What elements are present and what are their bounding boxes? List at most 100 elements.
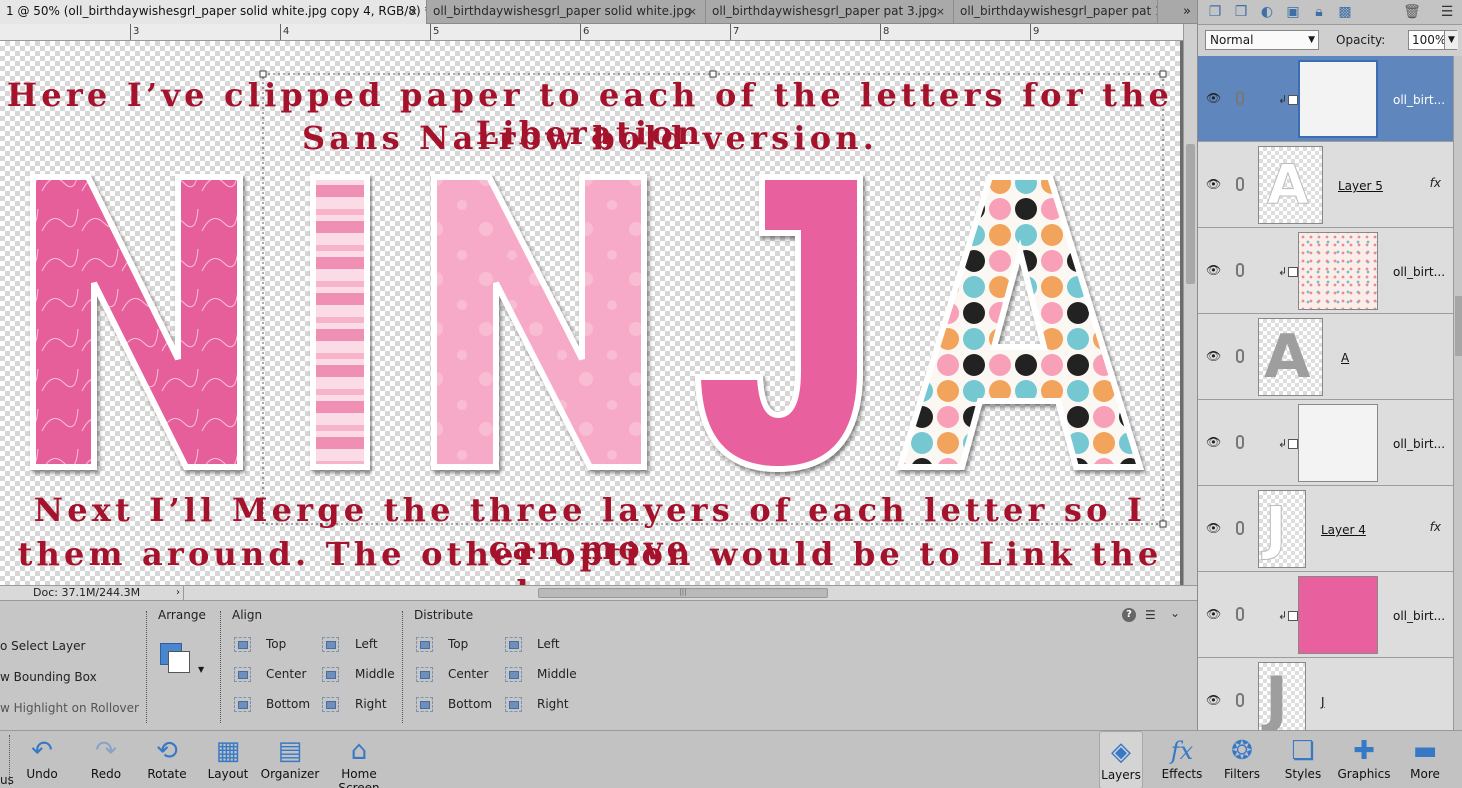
layer-row[interactable]: 👁︎ A Layer 5 fx — [1198, 142, 1453, 228]
undo-button[interactable]: ↶ Undo — [12, 731, 72, 788]
graphics-label: Graphics — [1337, 767, 1391, 781]
layer-thumbnail: J — [1258, 662, 1306, 730]
rotate-button[interactable]: ⟲ Rotate — [137, 731, 197, 788]
layers-button[interactable]: ◈ Layers — [1099, 731, 1143, 788]
tab-document[interactable]: oll_birthdaywishesgrl_paper solid white.… — [427, 0, 706, 24]
arrange-title: Arrange — [158, 608, 206, 622]
new-group-icon[interactable]: ❒ — [1232, 3, 1250, 21]
show-bounding-box-option[interactable]: w Bounding Box — [0, 670, 97, 684]
distribute-top-button[interactable]: Top — [448, 637, 468, 651]
align-center-button[interactable]: Center — [266, 667, 306, 681]
layer-row[interactable]: 👁︎ ↲ oll_birt... — [1198, 572, 1453, 658]
link-icon[interactable] — [1236, 607, 1244, 621]
visibility-eye-icon[interactable]: 👁︎ — [1206, 522, 1221, 534]
layers-panel-toolbar: ❐ ❒ ◐ ▣ 🔒︎ ▩ 🗑︎ ☰ — [1198, 0, 1462, 25]
align-middle-icon — [322, 667, 339, 682]
delete-layer-icon[interactable]: 🗑︎ — [1403, 3, 1421, 21]
organizer-button[interactable]: ▤ Organizer — [259, 731, 321, 788]
align-bottom-button[interactable]: Bottom — [266, 697, 310, 711]
highlight-rollover-option[interactable]: w Highlight on Rollover — [0, 701, 139, 715]
canvas-horizontal-scrollbar[interactable]: ||| — [190, 586, 1183, 600]
align-right-icon — [322, 697, 339, 712]
help-icon[interactable]: ? — [1122, 608, 1136, 622]
panel-menu-icon[interactable]: ☰ — [1438, 3, 1456, 21]
visibility-eye-icon[interactable]: 👁︎ — [1206, 694, 1221, 706]
link-icon[interactable] — [1236, 521, 1244, 535]
options-menu-icon[interactable]: ☰ — [1145, 608, 1156, 622]
tab-document-active[interactable]: 1 @ 50% (oll_birthdaywishesgrl_paper sol… — [0, 0, 427, 24]
align-right-button[interactable]: Right — [355, 697, 387, 711]
status-menu-icon[interactable]: › — [176, 586, 180, 600]
effects-button[interactable]: fx Effects — [1152, 731, 1212, 788]
auto-select-layer-option[interactable]: o Select Layer — [0, 639, 85, 653]
link-icon[interactable] — [1236, 91, 1244, 105]
chevron-down-icon[interactable]: ▼ — [1444, 31, 1458, 49]
align-middle-button[interactable]: Middle — [355, 667, 395, 681]
layer-style-fx-icon[interactable]: fx — [1430, 520, 1441, 534]
distribute-middle-button[interactable]: Middle — [537, 667, 577, 681]
new-layer-icon[interactable]: ❐ — [1206, 3, 1224, 21]
tab-document[interactable]: oll_birthdaywishesgrl_paper pat 3.jpg × — [706, 0, 954, 24]
visibility-eye-icon[interactable]: 👁︎ — [1206, 178, 1221, 190]
layer-style-fx-icon[interactable]: fx — [1430, 176, 1441, 190]
letter-a — [895, 174, 1145, 470]
layer-row[interactable]: 👁︎ ↲ oll_birt... — [1198, 400, 1453, 486]
layer-name: A — [1341, 351, 1350, 365]
more-button[interactable]: ▬ More — [1395, 731, 1455, 788]
link-icon[interactable] — [1236, 693, 1244, 707]
collapse-icon[interactable]: ⌄ — [1170, 606, 1180, 620]
styles-button[interactable]: ❏ Styles — [1273, 731, 1333, 788]
layer-row[interactable]: 👁︎ ↲ oll_birt... — [1198, 56, 1453, 142]
align-left-button[interactable]: Left — [355, 637, 378, 651]
layer-thumbnail: A — [1258, 318, 1323, 396]
visibility-eye-icon[interactable]: 👁︎ — [1206, 92, 1221, 104]
close-tab-icon[interactable]: × — [688, 0, 697, 23]
filters-button[interactable]: ❂ Filters — [1212, 731, 1272, 788]
align-top-button[interactable]: Top — [266, 637, 286, 651]
visibility-eye-icon[interactable]: 👁︎ — [1206, 436, 1221, 448]
layer-row[interactable]: 👁︎ J J — [1198, 658, 1453, 730]
link-icon[interactable] — [1236, 435, 1244, 449]
layers-scrollbar[interactable] — [1453, 56, 1462, 730]
close-tab-icon[interactable]: × — [409, 0, 418, 23]
distribute-center-button[interactable]: Center — [448, 667, 488, 681]
distribute-right-button[interactable]: Right — [537, 697, 569, 711]
scroll-thumb[interactable]: ||| — [538, 588, 828, 598]
canvas-vertical-scrollbar[interactable] — [1183, 24, 1197, 585]
layout-button[interactable]: ▦ Layout — [198, 731, 258, 788]
layer-thumbnail — [1298, 576, 1378, 654]
redo-button[interactable]: ↷ Redo — [76, 731, 136, 788]
visibility-eye-icon[interactable]: 👁︎ — [1206, 350, 1221, 362]
ruler-label: 3 — [133, 26, 140, 37]
graphics-button[interactable]: ✚ Graphics — [1334, 731, 1394, 788]
layer-row[interactable]: 👁︎ ↲ oll_birt... — [1198, 228, 1453, 314]
scroll-thumb[interactable] — [1186, 144, 1195, 284]
visibility-eye-icon[interactable]: 👁︎ — [1206, 608, 1221, 620]
distribute-bottom-button[interactable]: Bottom — [448, 697, 492, 711]
caption-bottom-line-2: them around. The other option would be t… — [17, 535, 1163, 585]
scroll-thumb[interactable] — [1455, 296, 1462, 356]
more-icon: ▬ — [1412, 736, 1438, 766]
lock-transparency-icon[interactable]: ▩ — [1336, 3, 1354, 21]
opacity-label: Opacity: — [1336, 33, 1386, 47]
visibility-eye-icon[interactable]: 👁︎ — [1206, 264, 1221, 276]
document-canvas[interactable]: Here I’ve clipped paper to each of the l… — [0, 41, 1180, 585]
blend-mode-select[interactable]: Normal ▼ — [1205, 30, 1319, 50]
home-screen-button[interactable]: ⌂ Home Screen — [321, 731, 397, 788]
layer-mask-icon[interactable]: ▣ — [1284, 3, 1302, 21]
tab-document[interactable]: oll_birthdaywishesgrl_paper pat 1( — [954, 0, 1158, 24]
arrange-icon[interactable]: ▼ — [160, 643, 204, 679]
link-icon[interactable] — [1236, 349, 1244, 363]
canvas-area[interactable]: Here I’ve clipped paper to each of the l… — [0, 41, 1183, 585]
link-icon[interactable] — [1236, 177, 1244, 191]
layer-row[interactable]: 👁︎ A A — [1198, 314, 1453, 400]
caption-top-line-2: Sans Narrow bold version. — [301, 119, 879, 157]
opacity-input[interactable]: 100% ▼ — [1408, 30, 1458, 50]
close-tab-icon[interactable]: × — [936, 0, 945, 23]
more-tabs-icon[interactable]: » — [1183, 0, 1191, 24]
link-icon[interactable] — [1236, 263, 1244, 277]
adjustment-layer-icon[interactable]: ◐ — [1258, 3, 1276, 21]
distribute-left-button[interactable]: Left — [537, 637, 560, 651]
layer-row[interactable]: 👁︎ J Layer 4 fx — [1198, 486, 1453, 572]
lock-all-icon[interactable]: 🔒︎ — [1310, 3, 1328, 21]
